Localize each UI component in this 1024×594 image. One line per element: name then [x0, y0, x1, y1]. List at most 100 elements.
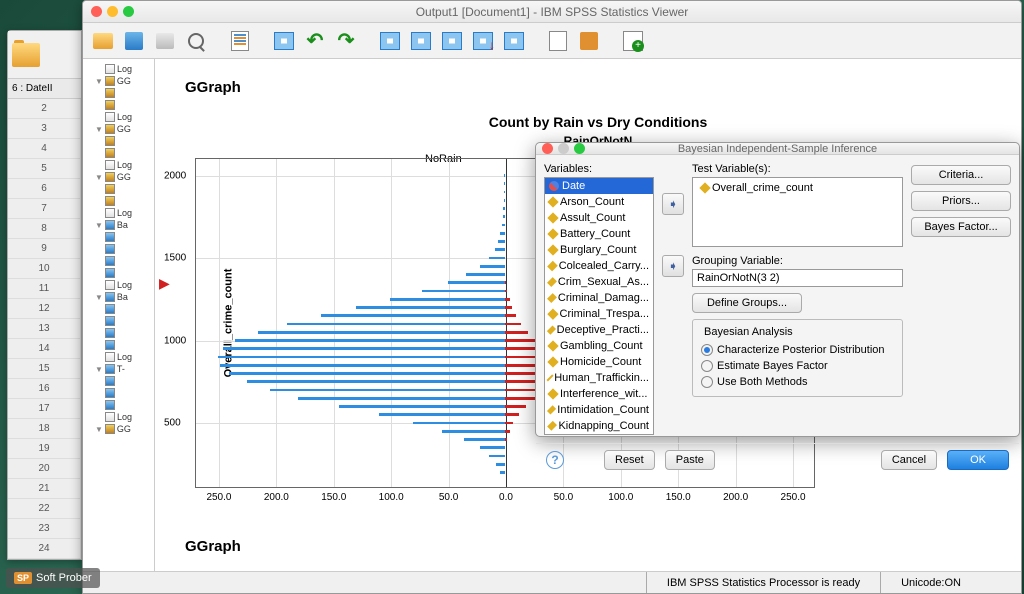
tree-item[interactable] [85, 147, 152, 159]
row-header[interactable]: 23 [8, 519, 81, 539]
variable-item[interactable]: Battery_Count [545, 226, 653, 242]
tree-item[interactable] [85, 267, 152, 279]
help-button[interactable]: ? [546, 451, 564, 469]
variable-item[interactable]: Burglary_Count [545, 242, 653, 258]
variable-item[interactable]: Homicide_Count [545, 354, 653, 370]
preview-button[interactable] [182, 27, 210, 55]
save-button[interactable] [120, 27, 148, 55]
row-header[interactable]: 15 [8, 359, 81, 379]
tree-item[interactable]: ▼GG [85, 423, 152, 435]
open-button[interactable] [89, 27, 117, 55]
tree-item[interactable]: ▼Ba [85, 219, 152, 231]
tree-item[interactable] [85, 135, 152, 147]
row-header[interactable]: 11 [8, 279, 81, 299]
row-header[interactable]: 20 [8, 459, 81, 479]
row-header[interactable]: 3 [8, 119, 81, 139]
tree-item[interactable] [85, 231, 152, 243]
ok-button[interactable]: OK [947, 450, 1009, 470]
outline-tree[interactable]: Log▼GGLog▼GGLog▼GGLog▼BaLog▼BaLog▼T-Log▼… [83, 59, 155, 571]
tree-item[interactable]: ▼GG [85, 75, 152, 87]
tree-item[interactable]: Log [85, 279, 152, 291]
variable-item[interactable]: Date [545, 178, 653, 194]
row-header[interactable]: 5 [8, 159, 81, 179]
radio-option[interactable]: Estimate Bayes Factor [701, 358, 894, 374]
row-header[interactable]: 21 [8, 479, 81, 499]
test-variables-box[interactable]: Overall_crime_count [692, 177, 903, 247]
tree-item[interactable]: Log [85, 159, 152, 171]
paste-button[interactable]: Paste [665, 450, 715, 470]
tree-item[interactable] [85, 375, 152, 387]
radio-option[interactable]: Use Both Methods [701, 374, 894, 390]
tree-item[interactable]: Log [85, 411, 152, 423]
tree-item[interactable] [85, 387, 152, 399]
tree-item[interactable] [85, 183, 152, 195]
row-header[interactable]: 17 [8, 399, 81, 419]
move-to-test-button[interactable]: ➧ [662, 193, 684, 215]
row-header[interactable]: 10 [8, 259, 81, 279]
tree-item[interactable] [85, 339, 152, 351]
row-header[interactable]: 4 [8, 139, 81, 159]
variable-item[interactable]: Colcealed_Carry... [545, 258, 653, 274]
move-to-group-button[interactable]: ➧ [662, 255, 684, 277]
priors-button[interactable]: Priors... [911, 191, 1011, 211]
tree-item[interactable]: ▼GG [85, 123, 152, 135]
row-header[interactable]: 24 [8, 539, 81, 559]
variable-item[interactable]: Human_Traffickin... [545, 370, 653, 386]
variable-item[interactable]: Kidnapping_Count [545, 418, 653, 434]
tree-item[interactable] [85, 255, 152, 267]
goto-case-button[interactable] [407, 27, 435, 55]
criteria-button[interactable]: Criteria... [911, 165, 1011, 185]
tree-item[interactable]: Log [85, 111, 152, 123]
row-header[interactable]: 22 [8, 499, 81, 519]
radio-option[interactable]: Characterize Posterior Distribution [701, 342, 894, 358]
designate-window-button[interactable] [619, 27, 647, 55]
tree-item[interactable] [85, 303, 152, 315]
tree-item[interactable]: ▼GG [85, 171, 152, 183]
cancel-button[interactable]: Cancel [881, 450, 937, 470]
tree-item[interactable]: Log [85, 207, 152, 219]
variable-item[interactable]: Deceptive_Practi... [545, 322, 653, 338]
row-header[interactable]: 8 [8, 219, 81, 239]
define-groups-button[interactable]: Define Groups... [692, 293, 802, 313]
variable-item[interactable]: Assult_Count [545, 210, 653, 226]
undo-button[interactable]: ↶ [301, 27, 329, 55]
dialog-recall-button[interactable] [270, 27, 298, 55]
tree-item[interactable] [85, 87, 152, 99]
row-header[interactable]: 16 [8, 379, 81, 399]
grouping-variable-box[interactable]: RainOrNotN(3 2) [692, 269, 903, 287]
bayes-factor-button[interactable]: Bayes Factor... [911, 217, 1011, 237]
row-header[interactable]: 19 [8, 439, 81, 459]
tree-item[interactable] [85, 99, 152, 111]
tree-item[interactable] [85, 327, 152, 339]
tree-item[interactable] [85, 195, 152, 207]
variable-item[interactable]: Criminal_Damag... [545, 290, 653, 306]
row-header[interactable]: 6 [8, 179, 81, 199]
variable-item[interactable]: Criminal_Trespa... [545, 306, 653, 322]
tree-item[interactable]: ▼Ba [85, 291, 152, 303]
reset-button[interactable]: Reset [604, 450, 655, 470]
row-header[interactable]: 12 [8, 299, 81, 319]
tree-item[interactable] [85, 315, 152, 327]
variable-item[interactable]: Crim_Sexual_As... [545, 274, 653, 290]
redo-button[interactable]: ↷ [332, 27, 360, 55]
insert-page-button[interactable] [544, 27, 572, 55]
variables-button[interactable] [438, 27, 466, 55]
print-button[interactable] [151, 27, 179, 55]
export-button[interactable] [226, 27, 254, 55]
tree-item[interactable] [85, 399, 152, 411]
row-header[interactable]: 13 [8, 319, 81, 339]
variables-list[interactable]: DateArson_CountAssult_CountBattery_Count… [544, 177, 654, 435]
variable-item[interactable]: Intimidation_Count [545, 402, 653, 418]
row-header[interactable]: 18 [8, 419, 81, 439]
variable-item[interactable]: Interference_wit... [545, 386, 653, 402]
tree-item[interactable]: Log [85, 351, 152, 363]
value-labels-button[interactable] [500, 27, 528, 55]
tree-item[interactable]: ▼T- [85, 363, 152, 375]
tree-item[interactable]: Log [85, 63, 152, 75]
run-button[interactable] [575, 27, 603, 55]
open-icon[interactable] [12, 43, 40, 67]
variable-item[interactable]: Arson_Count [545, 194, 653, 210]
goto-data-button[interactable] [376, 27, 404, 55]
row-header[interactable]: 9 [8, 239, 81, 259]
row-header[interactable]: 2 [8, 99, 81, 119]
